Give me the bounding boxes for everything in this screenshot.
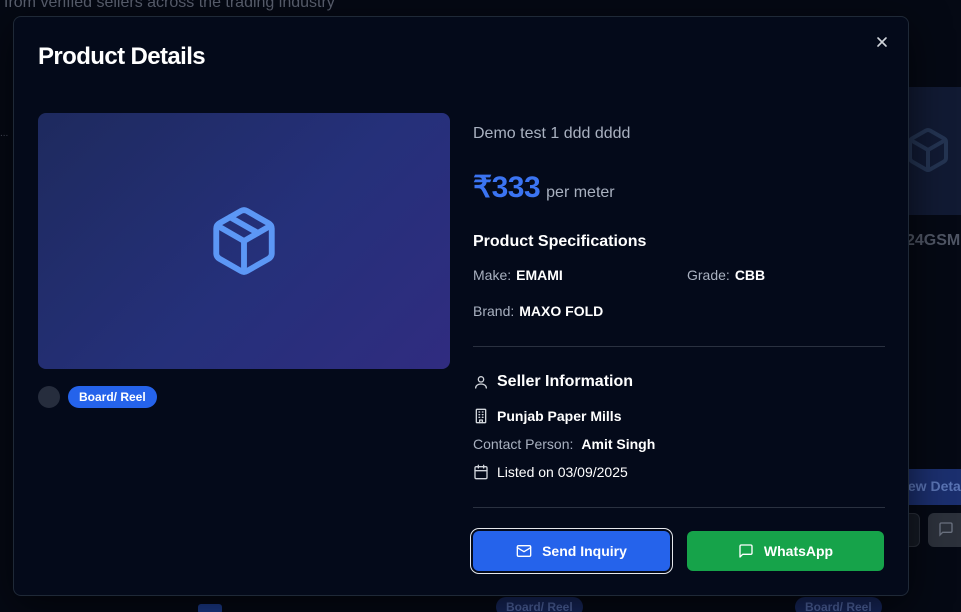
divider [473,346,885,347]
contact-name: Amit Singh [581,436,656,452]
whatsapp-button[interactable]: WhatsApp [687,531,884,571]
send-inquiry-label: Send Inquiry [542,543,627,559]
contact-label: Contact Person: [473,436,574,452]
category-badge: Board/ Reel [68,386,157,408]
chat-icon [739,544,753,558]
background-chat-button[interactable] [928,513,961,547]
product-price: ₹333 [473,171,541,204]
page-subtitle: from verified sellers across the trading… [4,0,335,11]
calendar-icon [474,464,488,480]
seller-information-title: Seller Information [473,373,633,391]
background-category-badge: Board/ Reel [496,597,583,612]
listed-date: Listed on 03/09/2025 [473,464,628,480]
send-inquiry-button[interactable]: Send Inquiry [473,531,670,571]
product-details-modal: Product Details Board/ Reel Demo test 1 … [13,16,909,596]
company-name: Punjab Paper Mills [497,408,622,424]
seller-title-text: Seller Information [497,373,634,390]
divider [473,507,885,508]
spec-make: Make: EMAMI [473,267,563,283]
spec-grade: Grade: CBB [687,267,765,283]
background-package-icon [908,128,948,172]
background-tick: ... [0,128,9,139]
modal-title: Product Details [38,43,206,70]
whatsapp-label: WhatsApp [763,543,834,559]
listed-text: Listed on 03/09/2025 [497,464,628,480]
background-chat-icon [939,522,953,537]
seller-contact: Contact Person: Amit Singh [473,436,655,452]
background-category-badge: Board/ Reel [795,597,882,612]
spec-value: MAXO FOLD [519,303,604,319]
mail-icon [516,545,532,557]
close-icon[interactable] [874,34,890,50]
background-thumbnail [198,604,222,612]
spec-label: Make: [473,267,512,283]
spec-value: CBB [734,267,766,283]
building-icon [475,408,487,424]
spec-value: EMAMI [516,267,563,283]
specifications-title: Product Specifications [473,233,647,250]
price-row: ₹333 per meter [473,170,615,205]
spec-label: Grade: [687,267,730,283]
spec-label: Brand: [473,303,515,319]
product-image [38,113,450,369]
package-icon [213,207,275,275]
spec-brand: Brand: MAXO FOLD [473,303,603,319]
background-card-title: 24GSM [906,232,961,249]
user-icon [475,376,487,389]
image-thumbnail-dot[interactable] [38,386,60,408]
price-unit: per meter [546,184,615,201]
product-name: Demo test 1 ddd dddd [473,125,631,142]
seller-company: Punjab Paper Mills [473,408,621,424]
